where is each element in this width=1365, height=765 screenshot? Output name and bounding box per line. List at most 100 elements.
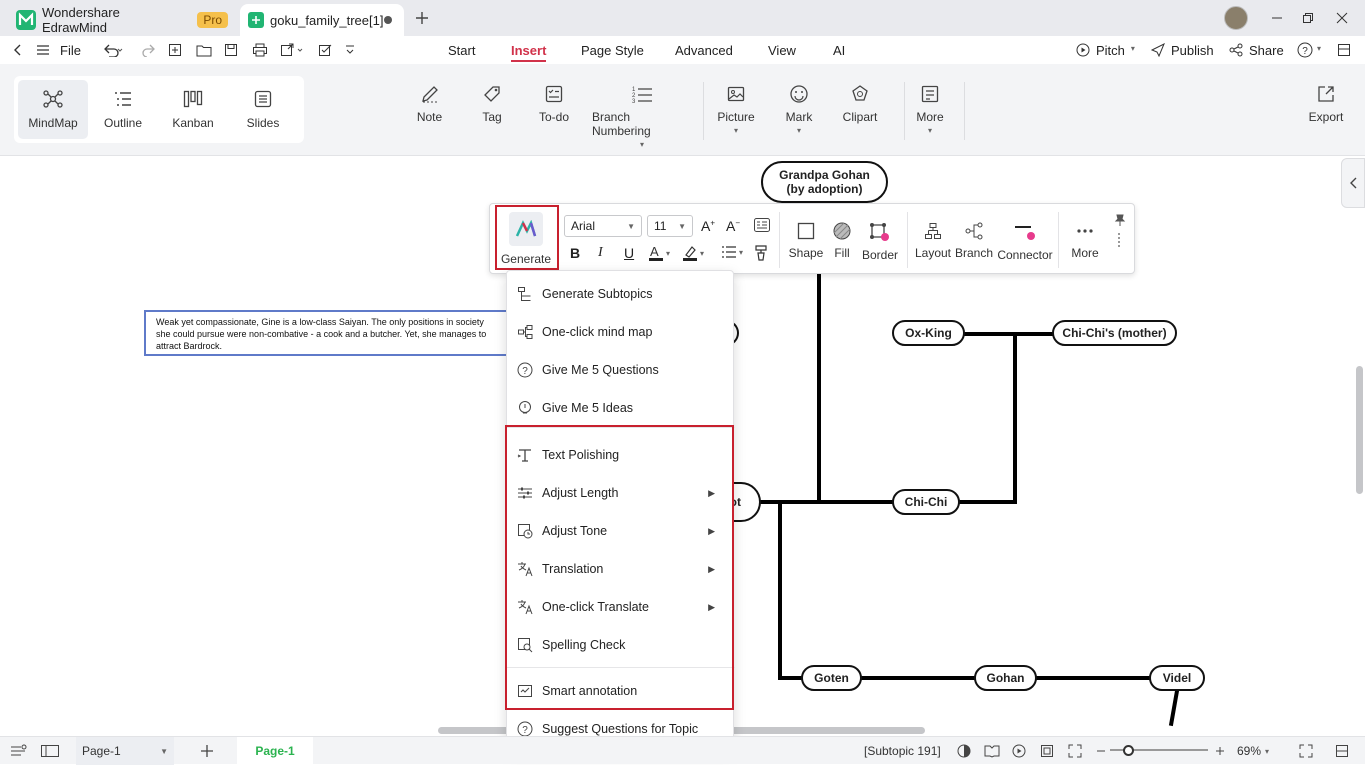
tag-button[interactable]: Tag: [476, 84, 508, 124]
format-painter-icon[interactable]: [754, 245, 768, 261]
menu-generate-subtopics[interactable]: Generate Subtopics: [507, 275, 735, 313]
export-small-icon[interactable]: [280, 36, 304, 64]
save-icon[interactable]: [224, 36, 238, 64]
clipart-button[interactable]: Clipart: [842, 84, 878, 124]
font-size-select[interactable]: 11 ▼: [647, 215, 693, 237]
side-panel-toggle[interactable]: [1341, 158, 1365, 208]
undo-icon[interactable]: [103, 36, 123, 64]
page-panel-icon[interactable]: [40, 737, 60, 765]
panel-toggle-icon[interactable]: [1335, 737, 1349, 765]
font-family-select[interactable]: Arial ▼: [564, 215, 642, 237]
more-insert-button[interactable]: More ▾: [913, 84, 947, 135]
italic-button[interactable]: I: [598, 245, 603, 261]
publish-button[interactable]: Publish: [1151, 36, 1214, 64]
picture-icon: [727, 86, 745, 102]
view-outline[interactable]: Outline: [88, 80, 158, 139]
collapse-ribbon-icon[interactable]: [1337, 36, 1351, 64]
print-icon[interactable]: [252, 36, 268, 64]
picture-button[interactable]: Picture ▾: [716, 84, 756, 135]
fit-screen-icon[interactable]: [1068, 737, 1082, 765]
tab-view[interactable]: View: [768, 36, 796, 64]
fullscreen-icon[interactable]: [1299, 737, 1313, 765]
add-page-icon[interactable]: [200, 737, 214, 765]
note-icon: [421, 86, 438, 103]
book-icon[interactable]: [984, 737, 1000, 765]
view-slides[interactable]: Slides: [228, 80, 298, 139]
document-icon: [248, 12, 264, 28]
share-button[interactable]: Share: [1229, 36, 1284, 64]
theme-icon[interactable]: [957, 737, 971, 765]
more-format-button[interactable]: More: [1066, 222, 1104, 260]
minimize-icon[interactable]: [1261, 0, 1293, 36]
menu-give-5-ideas[interactable]: Give Me 5 Ideas: [507, 389, 735, 427]
pitch-button[interactable]: Pitch ▾: [1076, 36, 1135, 64]
mindmap-tree-icon: [518, 325, 533, 339]
new-tab-button[interactable]: [406, 0, 438, 36]
play-icon[interactable]: [1012, 737, 1026, 765]
tab-insert[interactable]: Insert: [511, 36, 547, 64]
zoom-level[interactable]: 69% ▾: [1237, 737, 1269, 765]
fit-page-icon[interactable]: [1040, 737, 1054, 765]
divider: [964, 82, 965, 140]
tab-page-style[interactable]: Page Style: [581, 36, 644, 64]
node-chichi[interactable]: Chi-Chi: [892, 489, 960, 515]
bold-button[interactable]: B: [570, 245, 580, 261]
close-icon[interactable]: [1326, 0, 1358, 36]
note-button[interactable]: Note: [412, 84, 447, 124]
mark-button[interactable]: Mark ▾: [783, 84, 815, 135]
task-icon[interactable]: [318, 36, 334, 64]
zoom-in-icon[interactable]: [1215, 737, 1225, 765]
app-tab[interactable]: Wondershare EdrawMind Pro: [8, 4, 236, 36]
underline-button[interactable]: U: [624, 245, 634, 261]
list-button[interactable]: ▾: [721, 245, 743, 259]
drag-handle[interactable]: [1118, 233, 1120, 247]
page-select[interactable]: Page-1 ▼: [76, 737, 174, 765]
menu-one-click-mind-map[interactable]: One-click mind map: [507, 313, 735, 351]
connector-button[interactable]: Connector: [997, 222, 1053, 262]
export-button[interactable]: Export: [1306, 84, 1346, 124]
menu-give-5-questions[interactable]: ? Give Me 5 Questions: [507, 351, 735, 389]
branch-button[interactable]: Branch: [954, 222, 994, 260]
zoom-slider-thumb[interactable]: [1123, 745, 1134, 756]
back-icon[interactable]: [12, 36, 24, 64]
tab-start[interactable]: Start: [448, 36, 475, 64]
fill-button[interactable]: Fill: [826, 222, 858, 260]
open-folder-icon[interactable]: [196, 36, 212, 64]
node-chichi-mother[interactable]: Chi-Chi's (mother): [1052, 320, 1177, 346]
shape-button[interactable]: Shape: [786, 222, 826, 260]
view-kanban[interactable]: Kanban: [158, 80, 228, 139]
node-gohan[interactable]: Gohan: [974, 665, 1037, 691]
page-tab-1[interactable]: Page-1: [237, 737, 313, 765]
font-color-button[interactable]: A ▾: [648, 244, 670, 262]
node-goten[interactable]: Goten: [801, 665, 862, 691]
page-settings-icon[interactable]: [10, 737, 28, 765]
avatar[interactable]: [1224, 6, 1248, 30]
redo-icon[interactable]: [142, 36, 156, 64]
node-grandpa-gohan[interactable]: Grandpa Gohan (by adoption): [761, 161, 888, 203]
layout-button[interactable]: Layout: [914, 222, 952, 260]
restore-icon[interactable]: [1292, 0, 1324, 36]
text-box-icon[interactable]: [753, 217, 771, 233]
more-quick-icon[interactable]: [345, 36, 355, 64]
pin-icon[interactable]: [1114, 214, 1126, 226]
zoom-out-icon[interactable]: [1096, 737, 1106, 765]
unsaved-dot-icon[interactable]: [384, 16, 392, 24]
file-menu[interactable]: File: [60, 36, 81, 64]
note-text-box[interactable]: Weak yet compassionate, Gine is a low-cl…: [144, 310, 510, 356]
hamburger-icon[interactable]: [36, 36, 50, 64]
node-ox-king[interactable]: Ox-King: [892, 320, 965, 346]
branch-numbering-button[interactable]: 123 Branch Numbering ▾: [592, 84, 692, 149]
tab-ai[interactable]: AI: [833, 36, 845, 64]
vertical-scrollbar[interactable]: [1356, 366, 1363, 494]
todo-button[interactable]: To-do: [536, 84, 572, 124]
new-file-icon[interactable]: [168, 36, 182, 64]
highlight-color-button[interactable]: ▾: [682, 244, 704, 262]
border-button[interactable]: Border: [860, 222, 900, 262]
view-mindmap[interactable]: MindMap: [18, 80, 88, 139]
document-tab[interactable]: goku_family_tree[1]: [240, 4, 404, 36]
node-videl[interactable]: Videl: [1149, 665, 1205, 691]
help-icon[interactable]: ? ▾: [1297, 36, 1321, 64]
font-grow-icon[interactable]: A+: [701, 218, 715, 234]
font-shrink-icon[interactable]: A−: [726, 218, 740, 234]
tab-advanced[interactable]: Advanced: [675, 36, 733, 64]
